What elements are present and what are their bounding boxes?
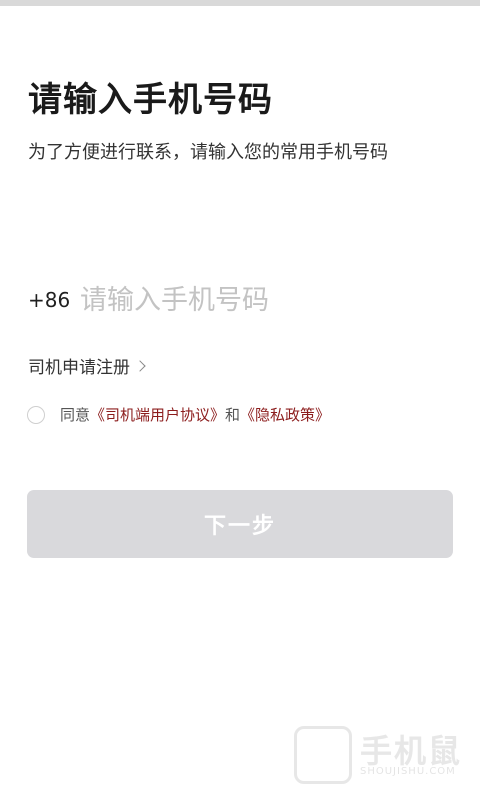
phone-input[interactable] [80,284,440,316]
privacy-policy-link[interactable]: 《隐私政策》 [240,404,330,425]
watermark: 手机鼠 SHOUJISHU.COM [294,720,464,788]
page-title: 请输入手机号码 [28,80,273,120]
watermark-sub: SHOUJISHU.COM [360,766,456,777]
next-button[interactable]: 下一步 [27,490,453,558]
agreement-prefix: 同意 [60,406,91,424]
page-subtitle: 为了方便进行联系，请输入您的常用手机号码 [28,142,388,163]
agreement-conjunction: 和 [225,406,241,424]
agreement-checkbox[interactable] [27,405,45,424]
driver-register-label: 司机申请注册 [28,358,130,378]
country-code[interactable]: +86 [28,288,80,312]
agreement-row: 同意 《司机端用户协议》 和 《隐私政策》 [27,404,330,425]
phone-row: +86 [28,280,452,320]
driver-register-link[interactable]: 司机申请注册 [28,353,146,378]
status-bar [0,0,480,6]
watermark-logo-icon [294,726,352,784]
user-agreement-link[interactable]: 《司机端用户协议》 [90,404,225,425]
chevron-right-icon [134,359,146,372]
